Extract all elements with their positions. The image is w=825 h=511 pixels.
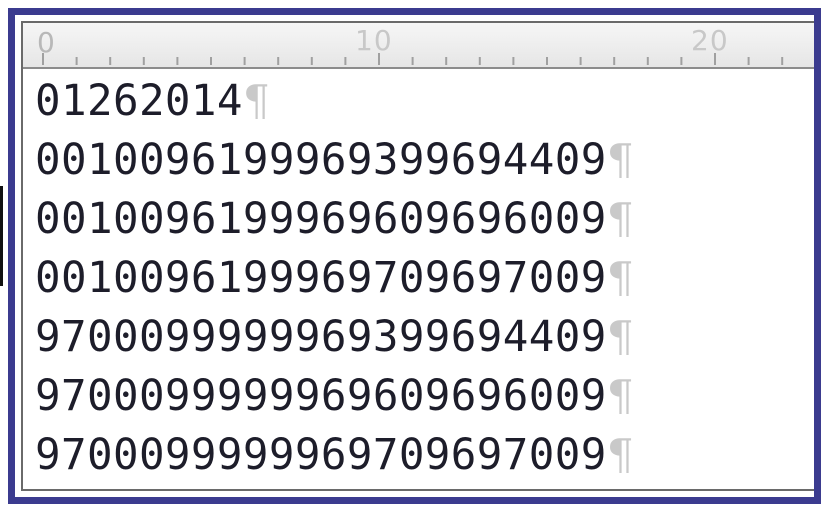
selection-frame: 0 10 20 01262014¶ 0010096199969399694409… xyxy=(8,8,821,504)
line-text: 9700099999969399694409 xyxy=(35,313,607,362)
paragraph-mark-icon: ¶ xyxy=(606,372,635,421)
window-edge-marker xyxy=(0,186,3,286)
document-body[interactable]: 01262014¶ 0010096199969399694409¶ 001009… xyxy=(23,69,814,485)
document-line[interactable]: 9700099999969609696009¶ xyxy=(35,367,814,426)
paragraph-mark-icon: ¶ xyxy=(606,313,635,362)
line-text: 9700099999969609696009 xyxy=(35,372,607,421)
document-line[interactable]: 0010096199969709697009¶ xyxy=(35,249,814,308)
paragraph-mark-icon: ¶ xyxy=(606,195,635,244)
paragraph-mark-icon: ¶ xyxy=(606,431,635,480)
line-text: 9700099999969709697009 xyxy=(35,431,607,480)
paragraph-mark-icon: ¶ xyxy=(242,77,271,126)
line-text: 0010096199969609696009 xyxy=(35,195,607,244)
paragraph-mark-icon: ¶ xyxy=(606,136,635,185)
document-line[interactable]: 0010096199969609696009¶ xyxy=(35,190,814,249)
ruler-label-20: 20 xyxy=(691,24,729,57)
document-line[interactable]: 01262014¶ xyxy=(35,72,814,131)
line-text: 0010096199969399694409 xyxy=(35,136,607,185)
line-text: 0010096199969709697009 xyxy=(35,254,607,303)
ruler-start-label: 0 xyxy=(37,26,55,59)
document-line[interactable]: 9700099999969399694409¶ xyxy=(35,308,814,367)
ruler-label-10: 10 xyxy=(355,24,393,57)
ruler[interactable]: 0 10 20 xyxy=(23,23,814,69)
document-line[interactable]: 0010096199969399694409¶ xyxy=(35,131,814,190)
line-text: 01262014 xyxy=(35,77,243,126)
left-window-edge xyxy=(0,0,8,511)
paragraph-mark-icon: ¶ xyxy=(606,254,635,303)
text-editor[interactable]: 0 10 20 01262014¶ 0010096199969399694409… xyxy=(21,21,814,491)
document-line[interactable]: 9700099999969709697009¶ xyxy=(35,426,814,485)
